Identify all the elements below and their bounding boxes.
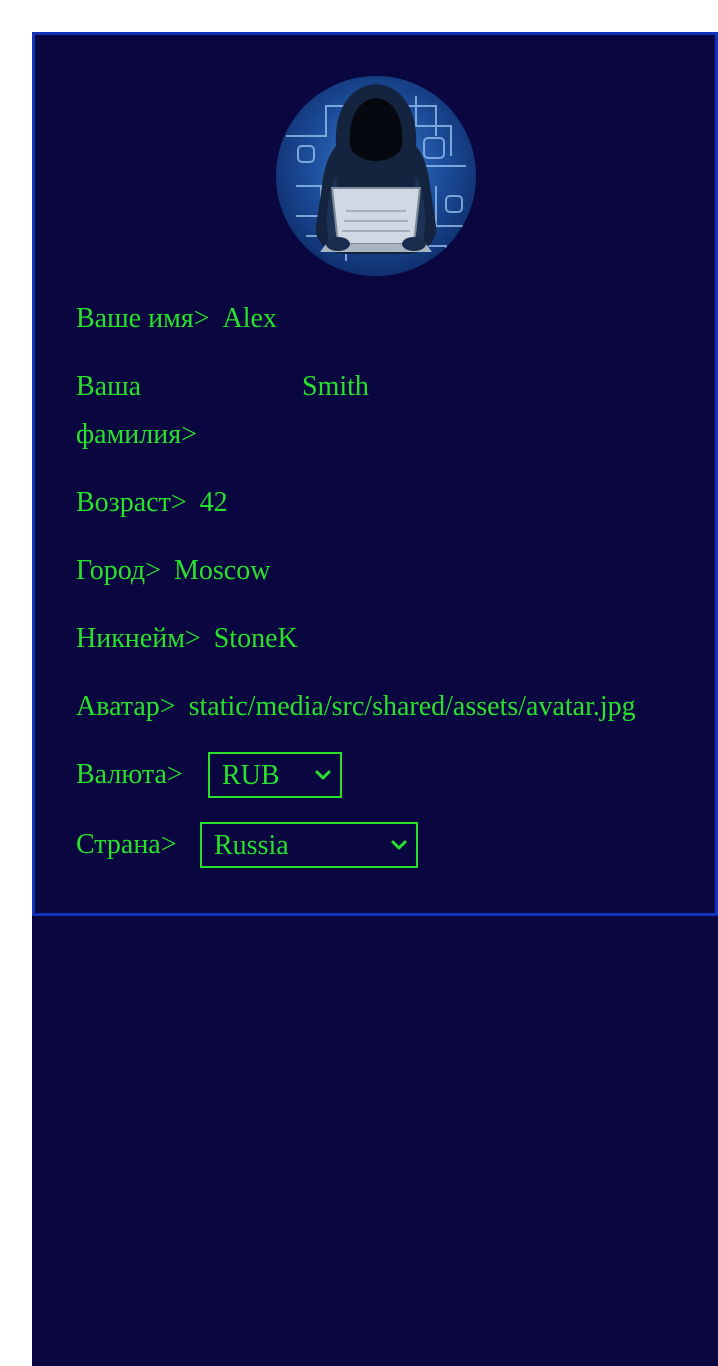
last-name-label: Ваша фамилия> [76,371,197,450]
country-row: Страна> [76,821,177,869]
city-label: Город> [76,555,161,586]
age-value[interactable]: 42 [200,479,228,527]
chevron-down-icon [315,770,331,780]
nickname-label: Никнейм> [76,623,201,654]
age-row: Возраст> 42 [76,479,228,527]
last-name-value[interactable]: Smith [302,363,369,411]
currency-select[interactable]: RUB [208,752,342,798]
profile-card: Ваше имя> Alex Ваша фамилия> Smith Возра… [32,32,718,916]
country-select-value: Russia [214,830,289,861]
currency-select-value: RUB [222,760,280,791]
avatar-path-row: Аватар> static/media/src/shared/assets/a… [76,683,663,731]
nickname-value[interactable]: StoneK [214,615,298,663]
currency-row: Валюта> [76,751,183,799]
first-name-value[interactable]: Alex [222,295,276,343]
page-background: Ваше имя> Alex Ваша фамилия> Smith Возра… [32,32,718,1366]
avatar-image [286,84,466,271]
city-value[interactable]: Moscow [174,547,270,595]
city-row: Город> Moscow [76,547,270,595]
avatar [276,76,476,276]
age-label: Возраст> [76,487,187,518]
avatar-path-value[interactable]: static/media/src/shared/assets/avatar.jp… [189,683,663,731]
country-label: Страна> [76,829,177,860]
country-select[interactable]: Russia [200,822,418,868]
nickname-row: Никнейм> StoneK [76,615,298,663]
first-name-row: Ваше имя> Alex [76,295,277,343]
chevron-down-icon [391,840,407,850]
first-name-label: Ваше имя> [76,303,210,334]
avatar-path-label: Аватар> [76,691,176,722]
currency-label: Валюта> [76,759,183,790]
